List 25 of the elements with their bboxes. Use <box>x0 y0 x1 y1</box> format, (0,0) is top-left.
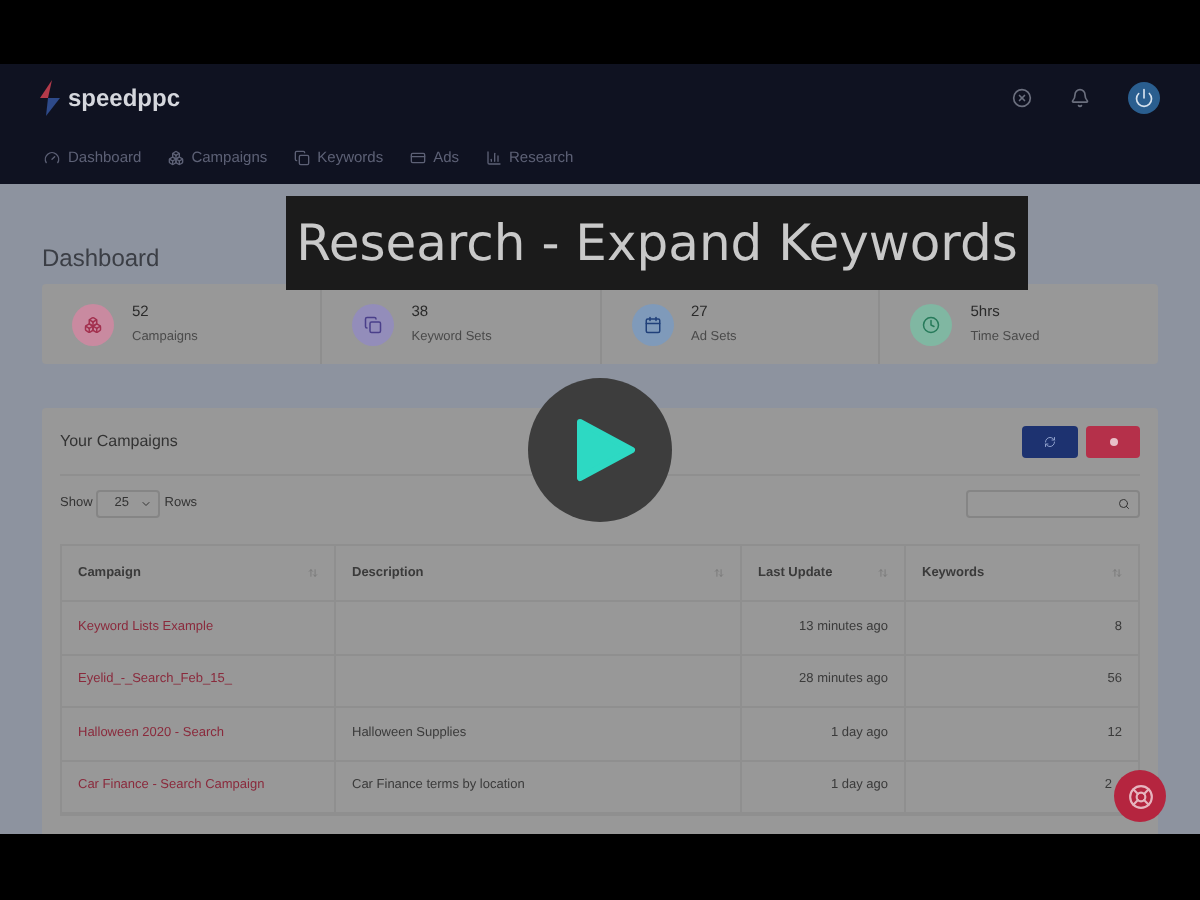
chevron-icon <box>140 498 153 510</box>
sort-icon <box>308 568 318 578</box>
nav-icon <box>44 150 60 166</box>
close-circle-icon[interactable] <box>1012 88 1032 108</box>
nav-icon <box>293 150 310 166</box>
video-title-banner: Research - Expand Keywords <box>286 196 1028 290</box>
page-title: Dashboard <box>42 242 160 276</box>
search-field[interactable] <box>966 490 1140 518</box>
search-icon <box>1118 498 1130 510</box>
refresh-button[interactable] <box>1022 425 1078 457</box>
logo: speedppc <box>68 82 181 116</box>
play-icon <box>576 418 636 482</box>
nav-icon <box>167 150 184 166</box>
sort-icon <box>878 568 888 578</box>
lifebuoy-icon <box>1127 783 1153 809</box>
sort-icon <box>714 568 724 578</box>
add-button[interactable] <box>1086 425 1140 457</box>
bell-icon[interactable] <box>1070 88 1090 108</box>
nav-icon <box>485 150 502 166</box>
refresh-icon <box>1044 435 1056 447</box>
logo-icon <box>40 80 60 116</box>
nav-icon <box>409 150 426 166</box>
card-title: Your Campaigns <box>60 429 178 453</box>
sort-icon <box>1112 568 1122 578</box>
power-button[interactable] <box>1128 82 1160 114</box>
